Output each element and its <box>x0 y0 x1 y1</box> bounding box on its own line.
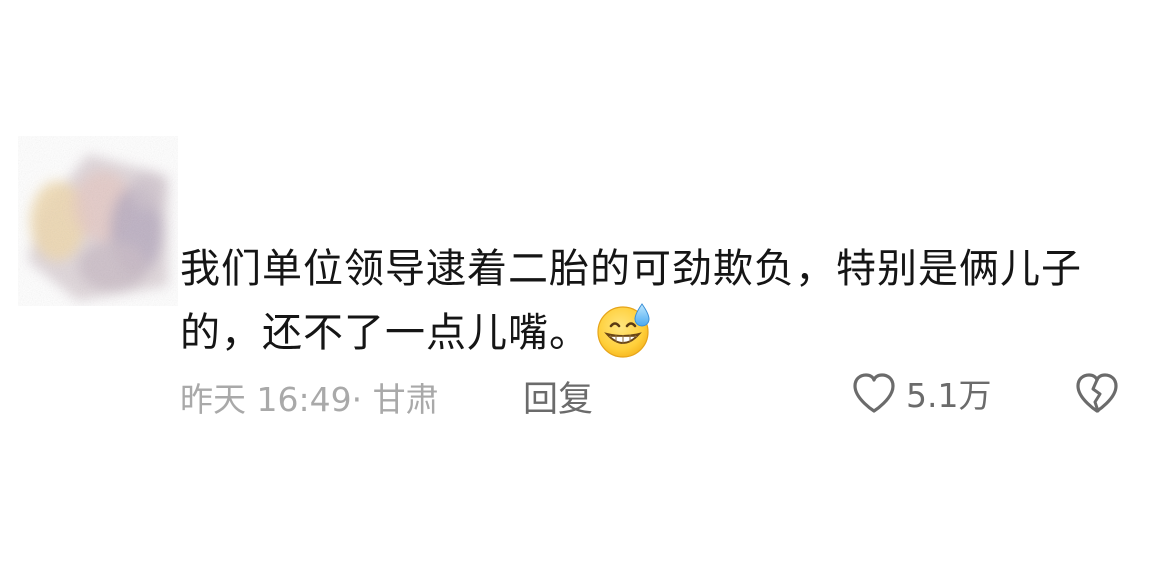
broken-heart-outline-icon <box>1073 373 1121 421</box>
comment-meta-row: 昨天 16:49· 甘肃 回复 5.1万 <box>180 367 1140 421</box>
avatar-blurred-image <box>28 151 173 301</box>
comment-screen: 我们单位领导逮着二胎的可劲欺负，特别是俩儿子的，还不了一点儿嘴。 昨天 16:4… <box>0 0 1170 585</box>
like-count: 5.1万 <box>906 376 992 415</box>
reply-button[interactable]: 回复 <box>523 371 593 422</box>
heart-outline-icon <box>850 370 898 416</box>
avatar[interactable] <box>18 136 178 306</box>
comment-body: 我们单位领导逮着二胎的可劲欺负，特别是俩儿子的，还不了一点儿嘴。 <box>180 238 1140 364</box>
dislike-button[interactable] <box>1073 369 1121 417</box>
timestamp-location: 昨天 16:49· 甘肃 <box>180 380 439 419</box>
like-button[interactable]: 5.1万 <box>850 369 991 417</box>
sweat-grin-emoji-icon <box>594 300 654 360</box>
